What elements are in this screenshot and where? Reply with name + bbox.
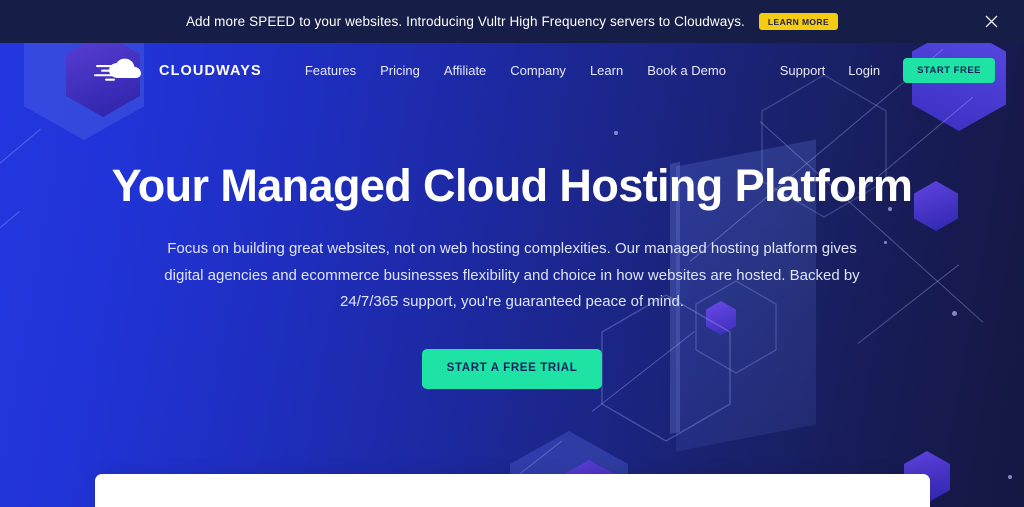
decorative-hexagon-outline (694, 279, 778, 375)
nav-link-learn[interactable]: Learn (590, 63, 623, 78)
content-card (95, 474, 930, 507)
decorative-line (857, 96, 974, 194)
nav-link-book-a-demo[interactable]: Book a Demo (647, 63, 726, 78)
start-a-free-trial-button[interactable]: START A FREE TRIAL (421, 349, 603, 389)
nav-link-pricing[interactable]: Pricing (380, 63, 420, 78)
decorative-panel-light (676, 139, 816, 452)
nav-link-company[interactable]: Company (510, 63, 566, 78)
nav-link-affiliate[interactable]: Affiliate (444, 63, 486, 78)
announcement-bar: Add more SPEED to your websites. Introdu… (0, 0, 1024, 43)
decorative-line (591, 331, 695, 412)
brand-name: CLOUDWAYS (159, 62, 262, 79)
decorative-dot (952, 311, 957, 316)
decorative-hexagon-outline (600, 293, 732, 443)
login-link[interactable]: Login (848, 63, 880, 78)
decorative-dot (1008, 475, 1012, 479)
hero-background (0, 43, 1024, 507)
support-link[interactable]: Support (780, 63, 826, 78)
decorative-hexagon (914, 181, 958, 231)
nav-links: Features Pricing Affiliate Company Learn… (305, 63, 726, 78)
nav-actions: Support Login START FREE (780, 57, 995, 84)
close-icon[interactable] (980, 11, 1002, 33)
main-navigation: CLOUDWAYS Features Pricing Affiliate Com… (0, 43, 1024, 98)
decorative-dot (884, 241, 887, 244)
cloudways-cloud-logo (94, 58, 141, 81)
start-free-button[interactable]: START FREE (903, 57, 995, 84)
announcement-text: Add more SPEED to your websites. Introdu… (185, 14, 745, 29)
decorative-line (0, 210, 21, 240)
decorative-panel-edge (670, 162, 680, 434)
decorative-line (0, 128, 41, 172)
decorative-dot (614, 131, 618, 135)
page-root: Add more SPEED to your websites. Introdu… (0, 0, 1024, 507)
decorative-line (759, 121, 984, 323)
decorative-line (857, 264, 960, 344)
decorative-hexagon (706, 301, 736, 335)
learn-more-button[interactable]: LEARN MORE (758, 12, 839, 31)
decorative-dot (888, 207, 892, 211)
brand-logo-link[interactable]: CLOUDWAYS (94, 58, 262, 84)
nav-link-features[interactable]: Features (305, 63, 356, 78)
